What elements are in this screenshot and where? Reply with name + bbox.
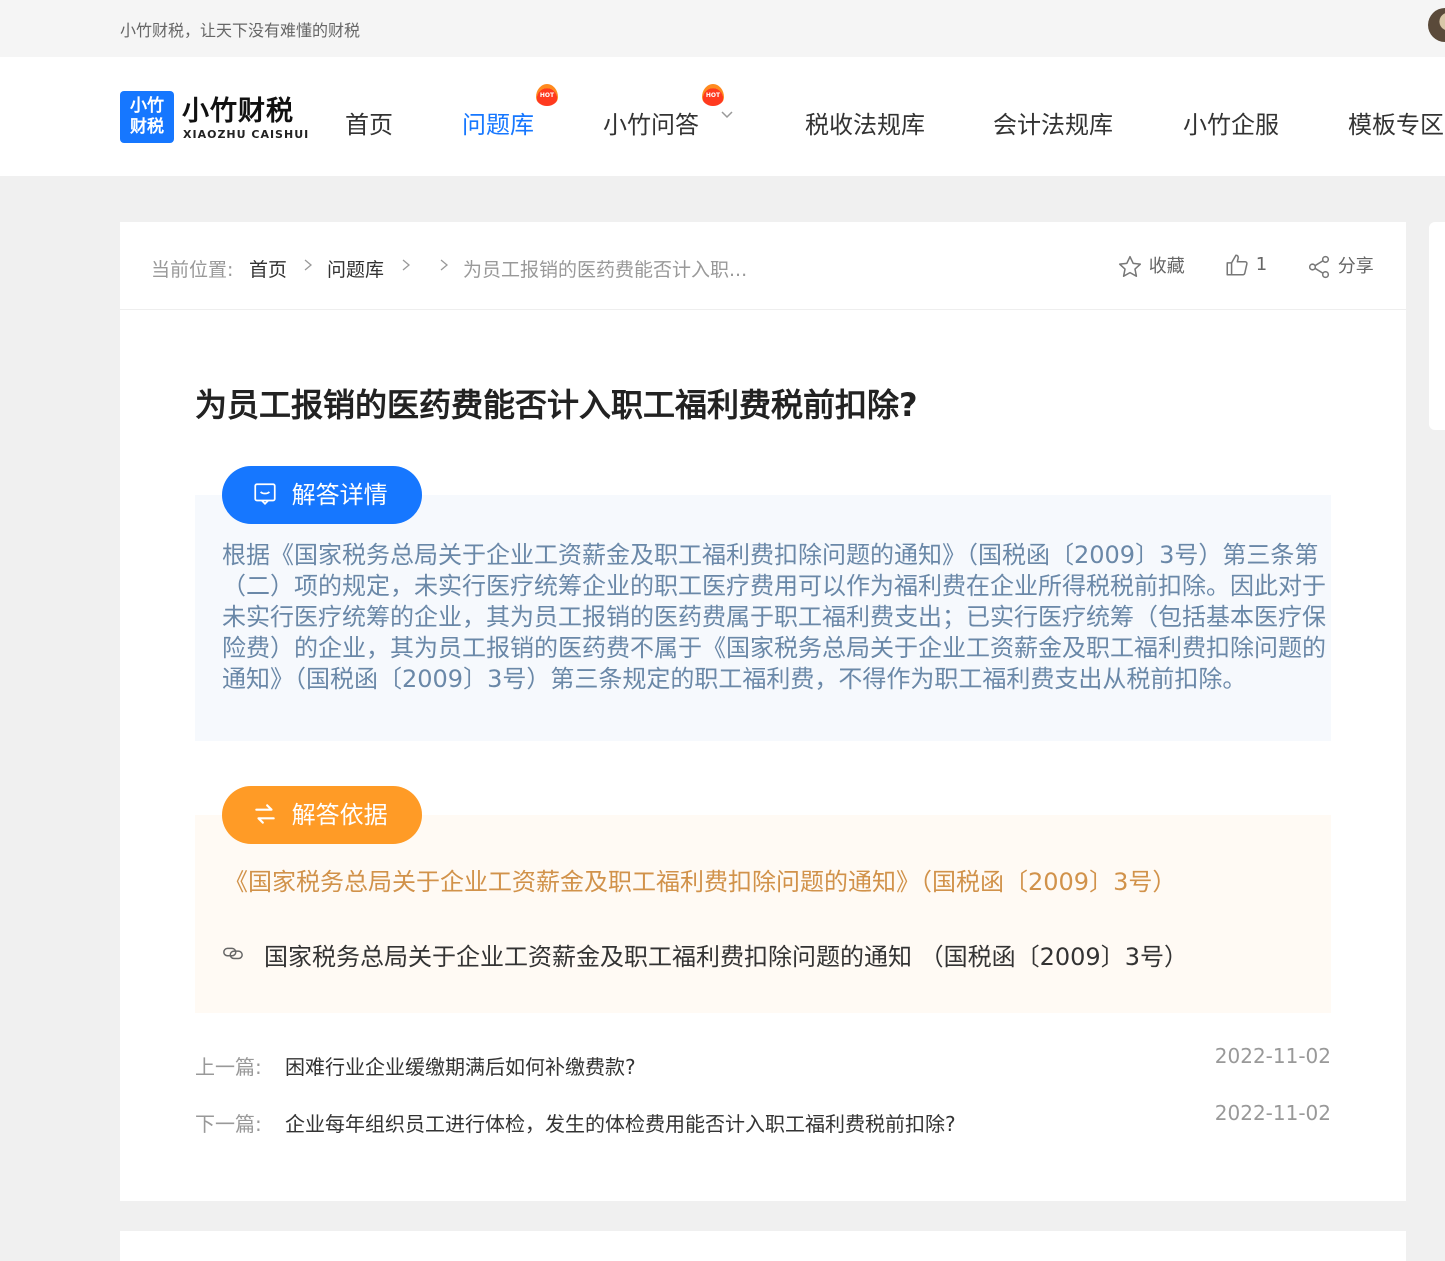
thumbs-up-icon bbox=[1226, 254, 1248, 276]
hot-badge-icon: HOT bbox=[536, 84, 558, 106]
basis-document-link[interactable]: 国家税务总局关于企业工资薪金及职工福利费扣除问题的通知 （国税函〔2009〕3号… bbox=[264, 937, 1188, 972]
chevron-right-icon bbox=[402, 259, 411, 271]
breadcrumb-home[interactable]: 首页 bbox=[249, 255, 287, 282]
answer-text: 根据《国家税务总局关于企业工资薪金及职工福利费扣除问题的通知》（国税函〔2009… bbox=[222, 541, 1326, 693]
site-slogan: 小竹财税，让天下没有难懂的财税 bbox=[120, 21, 361, 40]
breadcrumb-prefix: 当前位置: bbox=[151, 259, 234, 281]
nav-accounting-law[interactable]: 会计法规库 bbox=[993, 105, 1113, 140]
chevron-right-icon bbox=[440, 259, 449, 271]
breadcrumb-question-bank[interactable]: 问题库 bbox=[327, 255, 384, 282]
next-card bbox=[120, 1231, 1406, 1261]
logo-badge-line2: 财税 bbox=[130, 117, 164, 137]
nav-question-bank[interactable]: 问题库 bbox=[462, 105, 534, 140]
logo-subtitle: XIAOZHU CAISHUI bbox=[183, 128, 310, 141]
next-article-link[interactable]: 企业每年组织员工进行体检，发生的体检费用能否计入职工福利费税前扣除? bbox=[285, 1108, 956, 1137]
share-label: 分享 bbox=[1337, 256, 1374, 277]
site-header: 小竹 财税 小竹财税 XIAOZHU CAISHUI 首页 问题库 HOT 小竹… bbox=[0, 57, 1445, 176]
logo-badge-line1: 小竹 bbox=[130, 96, 164, 116]
article-title: 为员工报销的医药费能否计入职工福利费税前扣除? bbox=[195, 386, 918, 424]
logo-name[interactable]: 小竹财税 bbox=[182, 89, 294, 128]
nav-qa[interactable]: 小竹问答 bbox=[603, 105, 699, 140]
chevron-down-icon[interactable] bbox=[719, 107, 735, 123]
prev-article-link[interactable]: 困难行业企业缓缴期满后如何补缴费款? bbox=[285, 1051, 636, 1080]
swap-icon bbox=[255, 804, 275, 824]
user-avatar[interactable] bbox=[1428, 8, 1445, 42]
nav-templates[interactable]: 模板专区 bbox=[1348, 105, 1444, 140]
hot-badge-icon: HOT bbox=[702, 84, 724, 106]
breadcrumb: 当前位置: 首页 问题库 为员工报销的医药费能否计入职... 收藏 1 分享 bbox=[120, 222, 1406, 310]
nav-tax-law[interactable]: 税收法规库 bbox=[805, 105, 925, 140]
favorite-label: 收藏 bbox=[1148, 256, 1185, 277]
chevron-right-icon bbox=[304, 259, 313, 271]
like-count: 1 bbox=[1255, 254, 1268, 275]
basis-title: 《国家税务总局关于企业工资薪金及职工福利费扣除问题的通知》（国税函〔2009〕3… bbox=[224, 868, 1177, 896]
favorite-button[interactable]: 收藏 bbox=[1117, 252, 1185, 280]
share-button[interactable]: 分享 bbox=[1306, 252, 1374, 280]
prev-label: 上一篇: bbox=[195, 1055, 262, 1079]
prev-article-date: 2022-11-02 bbox=[1214, 1044, 1331, 1068]
side-panel bbox=[1429, 222, 1445, 430]
like-button[interactable]: 1 bbox=[1224, 252, 1267, 278]
logo-badge[interactable]: 小竹 财税 bbox=[120, 91, 174, 143]
top-strip: 小竹财税，让天下没有难懂的财税 bbox=[0, 0, 1445, 57]
nav-home[interactable]: 首页 bbox=[345, 105, 393, 140]
star-icon bbox=[1118, 255, 1142, 277]
answer-detail-tab: 解答详情 bbox=[222, 466, 422, 524]
share-icon bbox=[1308, 255, 1330, 279]
nav-enterprise-service[interactable]: 小竹企服 bbox=[1183, 105, 1279, 140]
answer-basis-label: 解答依据 bbox=[291, 801, 388, 829]
answer-detail-label: 解答详情 bbox=[291, 481, 388, 509]
answer-basis-panel bbox=[195, 815, 1331, 1013]
chat-icon bbox=[254, 483, 276, 505]
next-article-date: 2022-11-02 bbox=[1214, 1101, 1331, 1125]
article-card: 当前位置: 首页 问题库 为员工报销的医药费能否计入职... 收藏 1 分享 为… bbox=[120, 222, 1406, 1201]
link-icon bbox=[223, 947, 243, 960]
breadcrumb-current: 为员工报销的医药费能否计入职... bbox=[463, 259, 748, 281]
answer-basis-tab: 解答依据 bbox=[222, 786, 422, 844]
next-label: 下一篇: bbox=[195, 1112, 262, 1136]
